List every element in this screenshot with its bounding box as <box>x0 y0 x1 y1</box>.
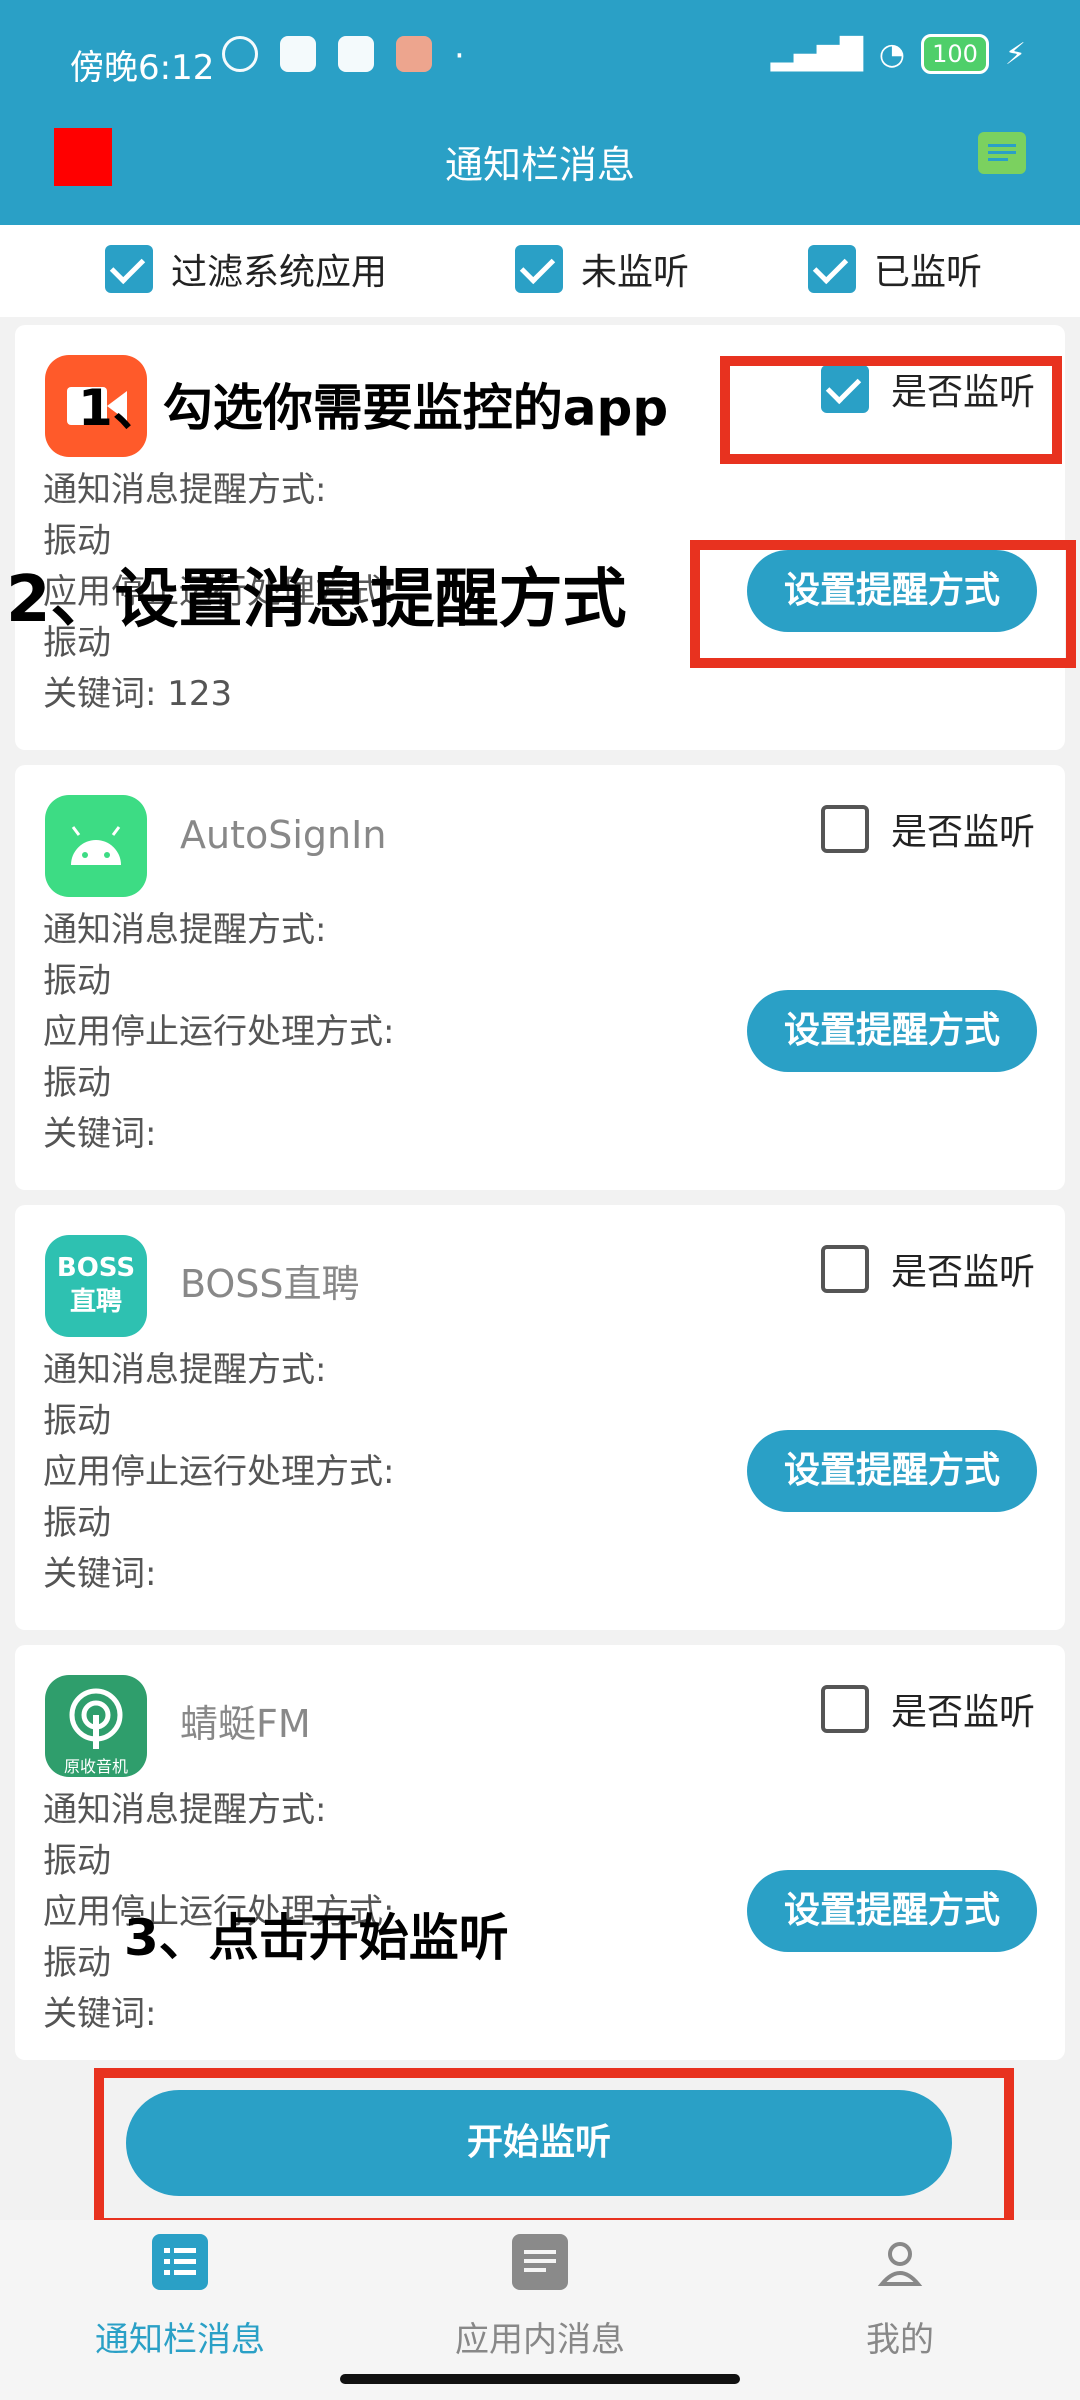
radio-icon: 原收音机 <box>45 1675 147 1777</box>
page-title: 通知栏消息 <box>444 143 635 187</box>
annotation-step1: 1、勾选你需要监控的app <box>78 379 669 437</box>
wifi-icon: ◔ <box>878 36 906 72</box>
app-settings-info: 通知消息提醒方式: 振动 应用停止运行处理方式: 振动 关键词: <box>43 1345 394 1600</box>
app-name: BOSS直聘 <box>180 1262 360 1306</box>
filter-unmonitored[interactable]: 未监听 <box>515 243 689 295</box>
set-reminder-button[interactable]: 设置提醒方式 <box>747 1870 1037 1952</box>
annotation-highlight-monitor <box>720 356 1062 464</box>
checkbox-icon[interactable] <box>820 1685 869 1733</box>
chat-icon[interactable] <box>978 132 1026 174</box>
notification-list-icon <box>152 2234 208 2290</box>
filter-label: 已监听 <box>874 252 983 293</box>
monitor-toggle[interactable]: 是否监听 <box>820 1243 1035 1295</box>
alarm-icon <box>222 36 258 72</box>
stop-label: 应用停止运行处理方式: <box>43 1452 395 1492</box>
set-reminder-button[interactable]: 设置提醒方式 <box>747 990 1037 1072</box>
status-right: ▂▄▆█ ◔ 100 ⚡ <box>771 34 1026 74</box>
checkbox-icon[interactable] <box>105 245 153 293</box>
boss-icon-text: BOSS 直聘 <box>56 1253 136 1317</box>
notify-value: 振动 <box>43 1841 111 1881</box>
app-settings-info: 通知消息提醒方式: 振动 应用停止运行处理方式: 振动 关键词: <box>43 905 394 1160</box>
app-bar: 通知栏消息 <box>0 120 1080 225</box>
app-card: 原收音机 蜻蜓FM 是否监听 通知消息提醒方式: 振动 应用停止运行处理方式: … <box>15 1645 1065 2060</box>
keywords-label: 关键词: <box>43 674 157 714</box>
annotation-highlight-set-button <box>690 540 1076 668</box>
red-square-marker <box>54 128 112 186</box>
monitor-toggle[interactable]: 是否监听 <box>820 1683 1035 1735</box>
android-icon <box>45 795 147 897</box>
monitor-toggle[interactable]: 是否监听 <box>820 803 1035 855</box>
filter-monitored[interactable]: 已监听 <box>808 243 982 295</box>
hotspot-icon <box>280 36 316 72</box>
notify-label: 通知消息提醒方式: <box>43 910 327 950</box>
app-notification-icon <box>396 36 432 72</box>
tab-in-app-messages[interactable]: 应用内消息 <box>360 2234 720 2361</box>
monitor-label: 是否监听 <box>890 1692 1035 1733</box>
notify-value: 振动 <box>43 961 111 1001</box>
nav-label: 通知栏消息 <box>95 2320 265 2360</box>
stop-value: 振动 <box>43 1503 111 1543</box>
checkbox-icon[interactable] <box>808 245 856 293</box>
status-notification-icons: · <box>222 36 465 76</box>
keywords-label: 关键词: <box>43 1114 157 1154</box>
boss-icon: BOSS 直聘 <box>45 1235 147 1337</box>
notify-label: 通知消息提醒方式: <box>43 470 327 510</box>
radio-icon-text: 原收音机 <box>63 1757 128 1776</box>
charging-icon: ⚡ <box>1004 36 1026 72</box>
stop-value: 振动 <box>43 1063 111 1103</box>
notify-label: 通知消息提醒方式: <box>43 1350 327 1390</box>
battery-icon: 100 <box>921 34 989 74</box>
tab-notification-messages[interactable]: 通知栏消息 <box>0 2234 360 2361</box>
app-name: 蜻蜓FM <box>180 1702 311 1746</box>
keywords-label: 关键词: <box>43 1554 157 1594</box>
notify-value: 振动 <box>43 1401 111 1441</box>
filter-label: 过滤系统应用 <box>171 252 388 293</box>
app-card: BOSS 直聘 BOSS直聘 是否监听 通知消息提醒方式: 振动 应用停止运行处… <box>15 1205 1065 1630</box>
profile-icon <box>872 2234 928 2290</box>
home-indicator[interactable] <box>340 2374 740 2384</box>
status-dot: · <box>454 36 465 76</box>
keywords-value: 123 <box>167 674 233 714</box>
message-icon <box>512 2234 568 2290</box>
filter-bar: 过滤系统应用 未监听 已监听 <box>0 225 1080 317</box>
filter-system-apps[interactable]: 过滤系统应用 <box>105 243 387 295</box>
set-reminder-button[interactable]: 设置提醒方式 <box>747 1430 1037 1512</box>
nav-label: 我的 <box>866 2320 934 2360</box>
status-bar: 傍晚6:12 · ▂▄▆█ ◔ 100 ⚡ <box>0 0 1080 120</box>
app-name: AutoSignIn <box>180 813 387 857</box>
annotation-step2: 2、设置消息提醒方式 <box>6 563 627 637</box>
checkbox-icon[interactable] <box>820 805 869 853</box>
checkbox-icon[interactable] <box>820 1245 869 1293</box>
signal-icon: ▂▄▆█ <box>770 36 863 72</box>
app-card: AutoSignIn 是否监听 通知消息提醒方式: 振动 应用停止运行处理方式:… <box>15 765 1065 1190</box>
nav-label: 应用内消息 <box>455 2320 625 2360</box>
telegram-icon <box>338 36 374 72</box>
checkbox-icon[interactable] <box>515 245 563 293</box>
tab-profile[interactable]: 我的 <box>720 2234 1080 2361</box>
monitor-label: 是否监听 <box>890 1252 1035 1293</box>
start-monitoring-button[interactable]: 开始监听 <box>126 2090 952 2196</box>
stop-label: 应用停止运行处理方式: <box>43 1012 395 1052</box>
monitor-label: 是否监听 <box>890 812 1035 853</box>
status-time: 傍晚6:12 <box>70 48 215 88</box>
filter-label: 未监听 <box>581 252 690 293</box>
notify-label: 通知消息提醒方式: <box>43 1790 327 1830</box>
bottom-navigation: 通知栏消息 应用内消息 我的 <box>0 2220 1080 2400</box>
keywords-label: 关键词: <box>43 1994 157 2034</box>
annotation-step3: 3、点击开始监听 <box>124 1909 509 1967</box>
